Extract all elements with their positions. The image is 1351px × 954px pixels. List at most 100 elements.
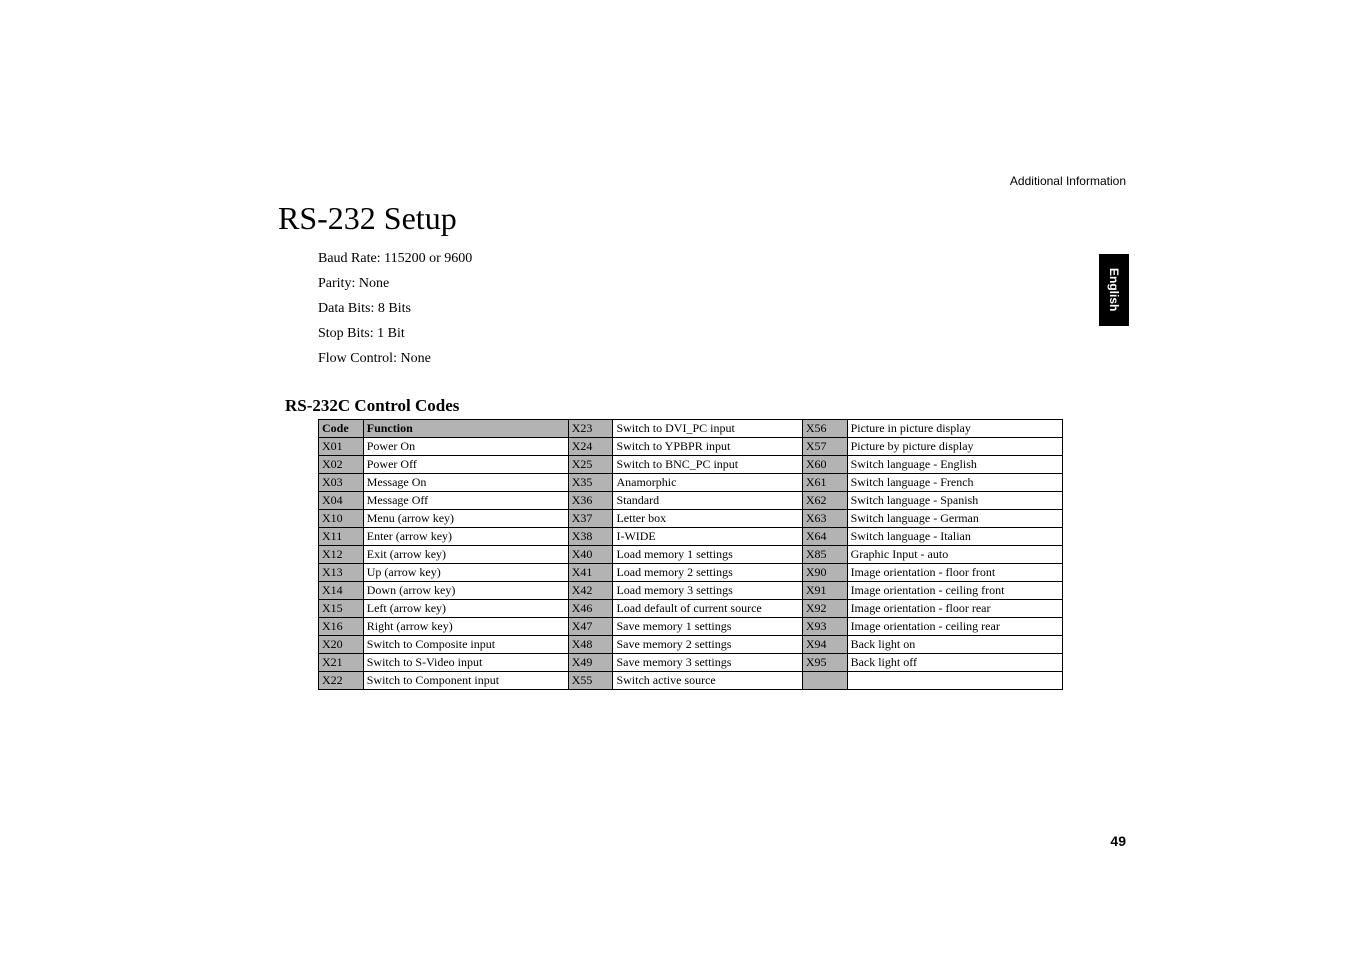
table-cell: Standard xyxy=(613,492,802,510)
table-cell: X03 xyxy=(319,474,364,492)
table-cell: X13 xyxy=(319,564,364,582)
table-cell: X63 xyxy=(802,510,847,528)
table-cell: I-WIDE xyxy=(613,528,802,546)
table-cell: X21 xyxy=(319,654,364,672)
table-row: X16 Right (arrow key) X47 Save memory 1 … xyxy=(319,618,1063,636)
table-row: X04 Message Off X36 Standard X62 Switch … xyxy=(319,492,1063,510)
table-row: X22 Switch to Component input X55 Switch… xyxy=(319,672,1063,690)
table-cell: Menu (arrow key) xyxy=(363,510,568,528)
settings-block: Baud Rate: 115200 or 9600 Parity: None D… xyxy=(318,247,472,372)
table-cell: Picture in picture display xyxy=(847,420,1062,438)
table-cell: Letter box xyxy=(613,510,802,528)
table-cell: Switch language - Italian xyxy=(847,528,1062,546)
table-cell: Graphic Input - auto xyxy=(847,546,1062,564)
table-row: X11 Enter (arrow key) X38 I-WIDE X64 Swi… xyxy=(319,528,1063,546)
table-cell: Load memory 2 settings xyxy=(613,564,802,582)
table-cell: X64 xyxy=(802,528,847,546)
table-cell: X90 xyxy=(802,564,847,582)
table-cell: Image orientation - ceiling front xyxy=(847,582,1062,600)
table-row: X12 Exit (arrow key) X40 Load memory 1 s… xyxy=(319,546,1063,564)
table-cell: Switch to Composite input xyxy=(363,636,568,654)
table-cell: Power On xyxy=(363,438,568,456)
table-cell: X91 xyxy=(802,582,847,600)
setting-parity: Parity: None xyxy=(318,272,472,296)
table-cell: X95 xyxy=(802,654,847,672)
table-cell: X94 xyxy=(802,636,847,654)
th-function: Function xyxy=(363,420,568,438)
table-cell: Switch language - French xyxy=(847,474,1062,492)
language-tab: English xyxy=(1099,254,1129,326)
table-cell-empty xyxy=(847,672,1062,690)
table-cell: Switch active source xyxy=(613,672,802,690)
table-cell: X37 xyxy=(568,510,613,528)
table-cell: Back light off xyxy=(847,654,1062,672)
table-cell: X62 xyxy=(802,492,847,510)
table-cell: X41 xyxy=(568,564,613,582)
setting-baud: Baud Rate: 115200 or 9600 xyxy=(318,247,472,271)
table-cell: X24 xyxy=(568,438,613,456)
table-cell: X49 xyxy=(568,654,613,672)
table-cell: X20 xyxy=(319,636,364,654)
table-cell: X22 xyxy=(319,672,364,690)
table-cell: X23 xyxy=(568,420,613,438)
table-cell: Picture by picture display xyxy=(847,438,1062,456)
table-cell: X46 xyxy=(568,600,613,618)
table-cell: X10 xyxy=(319,510,364,528)
table-cell: X85 xyxy=(802,546,847,564)
table-cell: X93 xyxy=(802,618,847,636)
header-text: Additional Information xyxy=(1010,174,1126,188)
table-cell: Down (arrow key) xyxy=(363,582,568,600)
table-cell: X35 xyxy=(568,474,613,492)
setting-databits: Data Bits: 8 Bits xyxy=(318,297,472,321)
table-cell: X15 xyxy=(319,600,364,618)
table-row: X01 Power On X24 Switch to YPBPR input X… xyxy=(319,438,1063,456)
table-cell: Right (arrow key) xyxy=(363,618,568,636)
table-cell: X02 xyxy=(319,456,364,474)
table-cell: Image orientation - ceiling rear xyxy=(847,618,1062,636)
table-cell: Left (arrow key) xyxy=(363,600,568,618)
subheading: RS-232C Control Codes xyxy=(285,396,459,416)
table-cell: X48 xyxy=(568,636,613,654)
table-cell: X60 xyxy=(802,456,847,474)
table-row: X20 Switch to Composite input X48 Save m… xyxy=(319,636,1063,654)
table-cell: X04 xyxy=(319,492,364,510)
table-row: X14 Down (arrow key) X42 Load memory 3 s… xyxy=(319,582,1063,600)
page-container: Additional Information English RS-232 Se… xyxy=(0,0,1351,954)
table-row: X21 Switch to S-Video input X49 Save mem… xyxy=(319,654,1063,672)
table-cell: X38 xyxy=(568,528,613,546)
table-row: X10 Menu (arrow key) X37 Letter box X63 … xyxy=(319,510,1063,528)
table-cell: Switch language - German xyxy=(847,510,1062,528)
table-row: X02 Power Off X25 Switch to BNC_PC input… xyxy=(319,456,1063,474)
table-cell: Up (arrow key) xyxy=(363,564,568,582)
table-cell: Load memory 1 settings xyxy=(613,546,802,564)
table-cell: Image orientation - floor rear xyxy=(847,600,1062,618)
table-cell: X57 xyxy=(802,438,847,456)
table-cell: Load default of current source xyxy=(613,600,802,618)
table-cell: Switch to S-Video input xyxy=(363,654,568,672)
table-cell: X14 xyxy=(319,582,364,600)
table-cell: Exit (arrow key) xyxy=(363,546,568,564)
setting-flow: Flow Control: None xyxy=(318,347,472,371)
table-cell: Enter (arrow key) xyxy=(363,528,568,546)
table-cell: Switch to YPBPR input xyxy=(613,438,802,456)
table-cell: Load memory 3 settings xyxy=(613,582,802,600)
table-cell: X47 xyxy=(568,618,613,636)
table-cell: Back light on xyxy=(847,636,1062,654)
table-cell: Message Off xyxy=(363,492,568,510)
table-cell: Switch language - English xyxy=(847,456,1062,474)
table-cell: Power Off xyxy=(363,456,568,474)
table-cell: X25 xyxy=(568,456,613,474)
table-cell: X16 xyxy=(319,618,364,636)
table-cell: X12 xyxy=(319,546,364,564)
codes-table-wrap: Code Function X23 Switch to DVI_PC input… xyxy=(318,419,1063,690)
table-cell: X36 xyxy=(568,492,613,510)
table-cell: X56 xyxy=(802,420,847,438)
page-title: RS-232 Setup xyxy=(278,200,457,237)
table-cell: Switch language - Spanish xyxy=(847,492,1062,510)
table-cell: X40 xyxy=(568,546,613,564)
table-cell: X55 xyxy=(568,672,613,690)
table-cell: Save memory 3 settings xyxy=(613,654,802,672)
table-cell: X42 xyxy=(568,582,613,600)
table-cell: X11 xyxy=(319,528,364,546)
table-cell: Switch to Component input xyxy=(363,672,568,690)
